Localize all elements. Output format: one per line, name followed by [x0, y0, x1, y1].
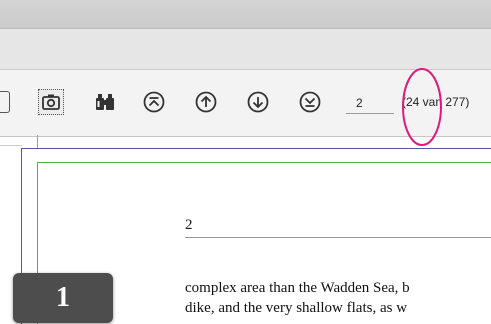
arrow-first-icon: [143, 91, 165, 113]
arrow-up-icon: [195, 91, 217, 113]
page-number-badge-label: 1: [56, 282, 70, 313]
document-body-text: complex area than the Wadden Sea, b dike…: [185, 278, 491, 318]
body-line: dike, and the very shallow flats, as w: [185, 300, 408, 316]
outer-margin-guide-top: [21, 148, 491, 149]
snapshot-button[interactable]: [38, 89, 64, 115]
camera-icon: [41, 93, 61, 111]
clipped-toolbar-button[interactable]: [0, 91, 10, 113]
inner-margin-guide-top: [37, 162, 491, 163]
find-button[interactable]: [92, 89, 118, 115]
window-titlebar: [0, 0, 491, 29]
body-line: complex area than the Wadden Sea, b: [185, 280, 410, 296]
header-rule: [185, 237, 491, 238]
arrow-last-icon: [299, 91, 321, 113]
ruler-line: [0, 145, 22, 146]
page-count-label: (24 van 277): [402, 95, 470, 109]
previous-page-button[interactable]: [193, 89, 219, 115]
tab-bar: [0, 29, 491, 70]
page-number-badge: 1: [13, 273, 113, 323]
ruler-tick: [37, 135, 38, 149]
arrow-down-icon: [247, 91, 269, 113]
last-page-button[interactable]: [297, 89, 323, 115]
binoculars-icon: [94, 93, 116, 111]
first-page-button[interactable]: [141, 89, 167, 115]
page-number-input[interactable]: [346, 92, 394, 114]
page-header-number: 2: [185, 217, 193, 233]
next-page-button[interactable]: [245, 89, 271, 115]
